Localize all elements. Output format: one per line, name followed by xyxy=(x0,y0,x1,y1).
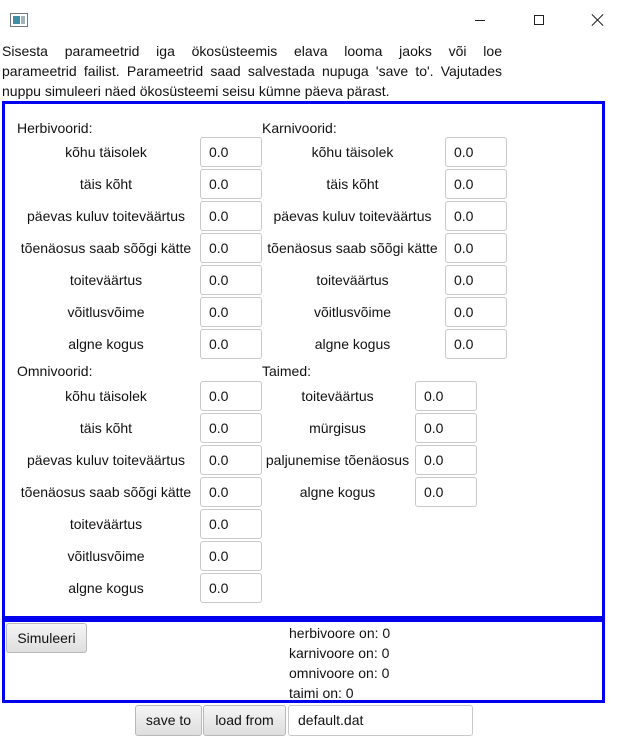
herbivoorid-field[interactable]: 0.0 xyxy=(200,233,262,263)
simulate-button[interactable]: Simuleeri xyxy=(6,623,87,653)
intro-line: parameetrid failist. Parameetrid saad sa… xyxy=(2,63,502,79)
karnivoorid-label: tõenäosus saab sõõgi kätte xyxy=(267,240,438,256)
omnivoorid-label: tõenäosus saab sõõgi kätte xyxy=(20,484,192,500)
karnivoorid-label: toiteväärtus xyxy=(316,272,389,288)
plant-count: taimi on: 0 xyxy=(289,685,354,701)
omnivoorid-label: täis kõht xyxy=(79,420,133,436)
herbivoorid-field[interactable]: 0.0 xyxy=(200,329,262,359)
herbivoorid-label: algne kogus xyxy=(68,336,144,352)
omnivoorid-field[interactable]: 0.0 xyxy=(200,541,262,571)
omnivoorid-label: võitlusvõime xyxy=(67,548,145,564)
minimize-button[interactable] xyxy=(451,0,509,40)
omnivoorid-field[interactable]: 0.0 xyxy=(200,573,262,603)
taimed-label: mürgisus xyxy=(309,420,366,436)
herbivoorid-field[interactable]: 0.0 xyxy=(200,169,262,199)
herbivoorid-label: toiteväärtus xyxy=(69,272,143,288)
title-bar[interactable] xyxy=(0,0,629,40)
herbivoorid-title: Herbivoorid: xyxy=(17,120,93,136)
herbivoorid-label: kõhu täisolek xyxy=(65,144,147,160)
karnivoorid-title: Karnivoorid: xyxy=(262,120,337,136)
karnivoorid-field[interactable]: 0.0 xyxy=(445,201,507,231)
herbivore-count: herbivoore on: 0 xyxy=(289,625,391,641)
taimed-field[interactable]: 0.0 xyxy=(415,477,477,507)
omnivoorid-label: algne kogus xyxy=(68,580,144,596)
herbivoorid-field[interactable]: 0.0 xyxy=(200,297,262,327)
taimed-field[interactable]: 0.0 xyxy=(415,381,477,411)
herbivoorid-label: päevas kuluv toiteväärtus xyxy=(27,208,185,224)
karnivoorid-label: päevas kuluv toiteväärtus xyxy=(273,208,432,224)
close-button[interactable] xyxy=(569,0,627,40)
taimed-label: toiteväärtus xyxy=(301,388,374,404)
karnivoorid-field[interactable]: 0.0 xyxy=(445,297,507,327)
herbivoorid-field[interactable]: 0.0 xyxy=(200,201,262,231)
omnivoorid-title: Omnivoorid: xyxy=(17,363,93,379)
herbivoorid-label: võitlusvõime xyxy=(67,304,145,320)
karnivoorid-field[interactable]: 0.0 xyxy=(445,137,507,167)
karnivoorid-label: võitlusvõime xyxy=(313,304,392,320)
taimed-title: Taimed: xyxy=(262,363,312,379)
minimize-icon xyxy=(475,19,485,21)
omnivoorid-label: kõhu täisolek xyxy=(65,388,147,404)
karnivoorid-field[interactable]: 0.0 xyxy=(445,233,507,263)
intro-line: Sisesta parameetrid iga ökosüsteemis ela… xyxy=(2,43,502,59)
filename-input[interactable]: default.dat xyxy=(288,705,473,736)
karnivoorid-label: täis kõht xyxy=(326,176,379,192)
herbivoorid-label: täis kõht xyxy=(79,176,133,192)
maximize-button[interactable] xyxy=(510,0,568,40)
omnivoorid-field[interactable]: 0.0 xyxy=(200,509,262,539)
maximize-icon xyxy=(534,15,544,25)
omnivoorid-label: toiteväärtus xyxy=(69,516,143,532)
karnivoorid-field[interactable]: 0.0 xyxy=(445,329,507,359)
load-from-button[interactable]: load from xyxy=(203,705,286,736)
karnivoorid-field[interactable]: 0.0 xyxy=(445,265,507,295)
intro-text: Sisesta parameetrid iga ökosüsteemis ela… xyxy=(2,41,502,101)
herbivoorid-field[interactable]: 0.0 xyxy=(200,137,262,167)
save-to-button[interactable]: save to xyxy=(135,705,202,736)
herbivoorid-field[interactable]: 0.0 xyxy=(200,265,262,295)
taimed-field[interactable]: 0.0 xyxy=(415,445,477,475)
omnivoorid-field[interactable]: 0.0 xyxy=(200,445,262,475)
carnivore-count: karnivoore on: 0 xyxy=(289,645,390,661)
taimed-label: algne kogus xyxy=(299,484,376,500)
omnivoorid-field[interactable]: 0.0 xyxy=(200,477,262,507)
karnivoorid-label: kõhu täisolek xyxy=(311,144,394,160)
omnivore-count: omnivoore on: 0 xyxy=(289,665,390,681)
omnivoorid-field[interactable]: 0.0 xyxy=(200,381,262,411)
taimed-label: paljunemise tõenäosus xyxy=(265,452,410,468)
omnivoorid-label: päevas kuluv toiteväärtus xyxy=(27,452,185,468)
karnivoorid-label: algne kogus xyxy=(314,336,391,352)
java-app-icon xyxy=(10,13,28,27)
omnivoorid-field[interactable]: 0.0 xyxy=(200,413,262,443)
karnivoorid-field[interactable]: 0.0 xyxy=(445,169,507,199)
herbivoorid-label: tõenäosus saab sõõgi kätte xyxy=(20,240,192,256)
intro-line: nuppu simuleeri näed ökosüsteemi seisu k… xyxy=(2,83,390,99)
close-icon xyxy=(591,13,605,27)
taimed-field[interactable]: 0.0 xyxy=(415,413,477,443)
